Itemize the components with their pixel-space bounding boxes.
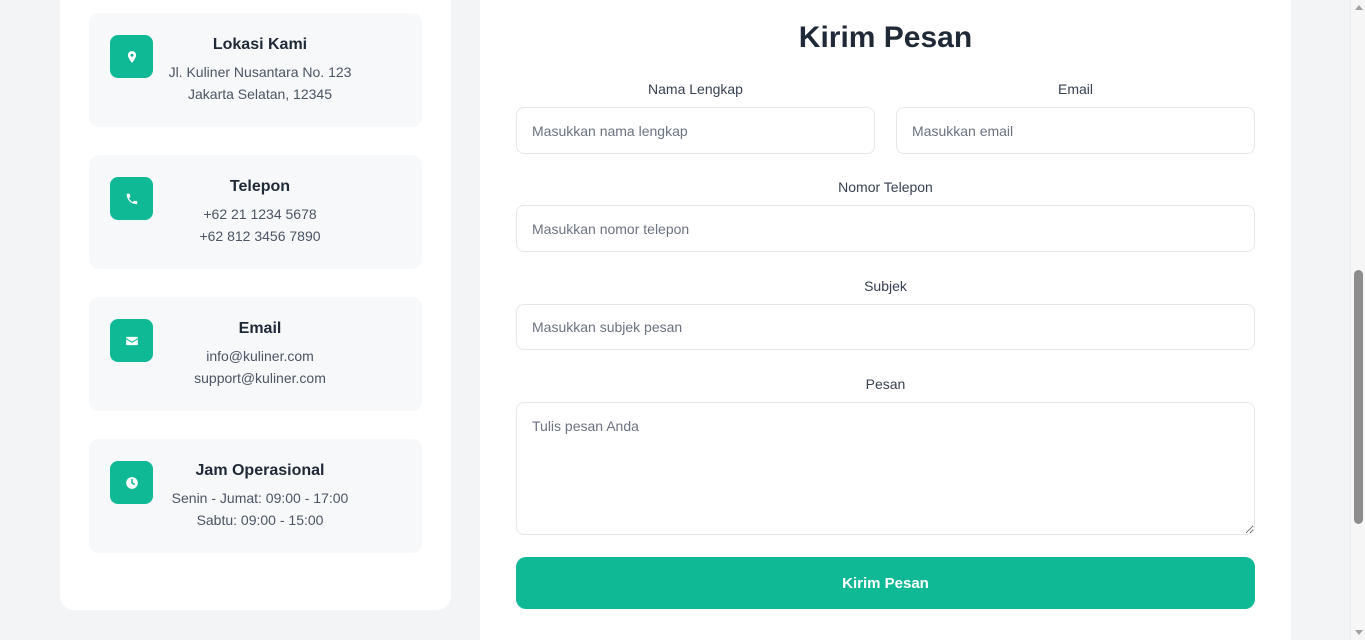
phone-icon	[110, 177, 153, 220]
contact-card-location: Lokasi Kami Jl. Kuliner Nusantara No. 12…	[89, 13, 422, 127]
submit-button[interactable]: Kirim Pesan	[516, 557, 1255, 609]
contact-card-title: Telepon	[229, 178, 291, 195]
message-textarea[interactable]	[516, 402, 1255, 535]
scroll-up-arrow-icon[interactable]	[1355, 5, 1363, 10]
vertical-scrollbar[interactable]	[1350, 0, 1365, 640]
map-pin-icon	[110, 35, 153, 78]
subject-label: Subjek	[864, 278, 907, 294]
contact-card-line: +62 21 1234 5678	[203, 206, 317, 222]
scroll-down-arrow-icon[interactable]	[1355, 630, 1363, 635]
name-input[interactable]	[516, 107, 875, 154]
envelope-icon	[110, 319, 153, 362]
scrollbar-thumb[interactable]	[1354, 270, 1363, 524]
contact-card-line: +62 812 3456 7890	[199, 228, 321, 244]
phone-label: Nomor Telepon	[838, 179, 933, 195]
message-label: Pesan	[865, 376, 906, 392]
contact-card-line: Senin - Jumat: 09:00 - 17:00	[171, 490, 349, 506]
phone-input[interactable]	[516, 205, 1255, 252]
contact-card-line: support@kuliner.com	[194, 370, 326, 386]
email-input[interactable]	[896, 107, 1255, 154]
subject-input[interactable]	[516, 304, 1255, 350]
contact-card-title: Lokasi Kami	[212, 36, 308, 53]
name-label: Nama Lengkap	[648, 81, 743, 97]
contact-card-line: Jl. Kuliner Nusantara No. 123	[168, 64, 352, 80]
contact-card-line: Sabtu: 09:00 - 15:00	[196, 512, 324, 528]
contact-card-line: info@kuliner.com	[206, 348, 314, 364]
contact-card-title: Email	[238, 320, 282, 337]
form-title: Kirim Pesan	[798, 21, 973, 54]
contact-card-email: Email info@kuliner.com support@kuliner.c…	[89, 297, 422, 411]
contact-card-line: Jakarta Selatan, 12345	[188, 86, 332, 102]
contact-card-title: Jam Operasional	[195, 462, 325, 479]
email-label: Email	[1057, 81, 1093, 97]
contact-card-phone: Telepon +62 21 1234 5678 +62 812 3456 78…	[89, 155, 422, 269]
clock-icon	[110, 461, 153, 504]
contact-card-hours: Jam Operasional Senin - Jumat: 09:00 - 1…	[89, 439, 422, 553]
